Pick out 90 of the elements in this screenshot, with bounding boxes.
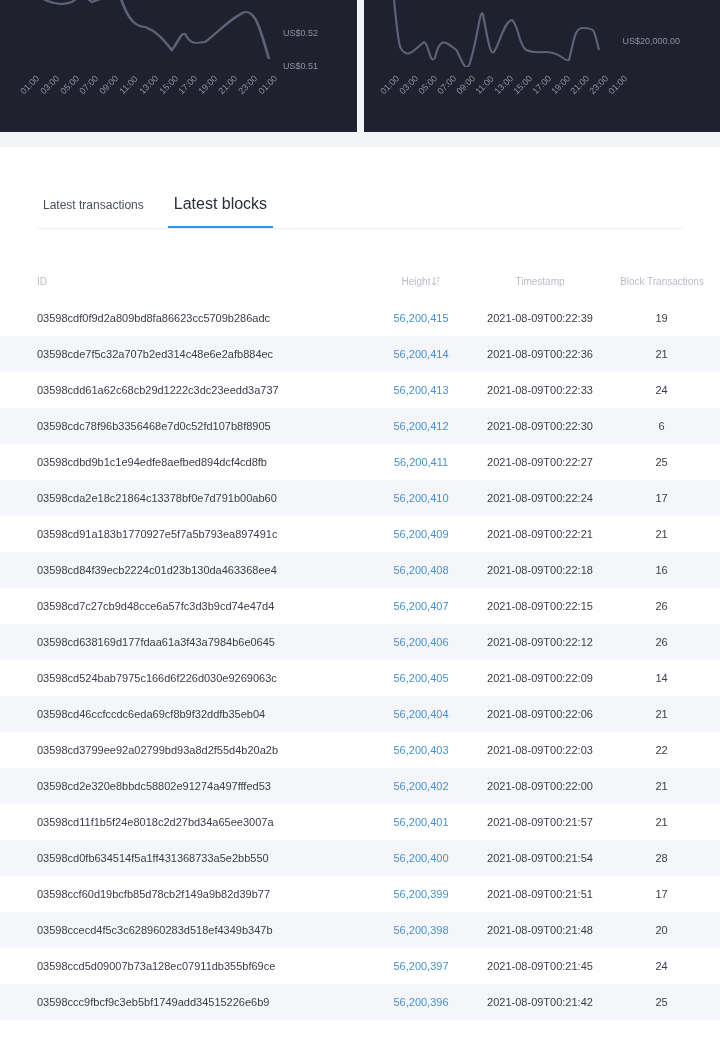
table-cell-text: 2021-08-09T00:21:51	[486, 886, 594, 902]
table-cell-text: 03598cd7c27cb9d48cce6a57fc3d3b9cd74e47d4	[37, 598, 276, 614]
height-link[interactable]: 56,200,408	[382, 561, 460, 579]
table-cell-text: 2021-08-09T00:21:42	[486, 994, 594, 1010]
table-cell-text: 14	[654, 670, 669, 686]
table-cell-text: 21	[654, 814, 669, 830]
axis-label: US$20,000.00	[622, 35, 681, 47]
sort-icon	[432, 276, 441, 286]
table-cell-text: 2021-08-09T00:22:06	[486, 706, 594, 722]
height-link[interactable]: 56,200,406	[382, 633, 460, 651]
table-cell-text: 03598cd84f39ecb2224c01d23b130da463368ee4	[37, 562, 278, 578]
table-cell-text: 26	[654, 634, 669, 650]
table-cell-text: 03598ccf60d19bcfb85d78cb2f149a9b82d39b77	[37, 886, 272, 902]
table-cell-text: 03598cdbd9b1c1e94edfe8aefbed894dcf4cd8fb	[37, 454, 268, 470]
table-cell-text: 2021-08-09T00:22:21	[486, 526, 594, 542]
height-link[interactable]: 56,200,414	[382, 345, 460, 363]
table-cell-text: 2021-08-09T00:22:15	[486, 598, 594, 614]
table-cell-text: 2021-08-09T00:22:24	[486, 490, 594, 506]
table-cell-text: 03598ccc9fbcf9c3eb5bf1749add34515226e6b9	[37, 994, 271, 1010]
height-link[interactable]: 56,200,413	[382, 381, 460, 399]
table-cell-text: 24	[654, 958, 669, 974]
table-cell-text: 2021-08-09T00:22:12	[486, 634, 594, 650]
height-link[interactable]: 56,200,411	[382, 453, 460, 471]
height-link[interactable]: 56,200,405	[382, 669, 460, 687]
table-cell-text: 20	[654, 922, 669, 938]
table-cell-text: 2021-08-09T00:21:45	[486, 958, 594, 974]
table-cell-text: 03598cd638169d177fdaa61a3f43a7984b6e0645	[37, 634, 276, 650]
table-cell-text: 24	[654, 382, 669, 398]
table-cell-text: 2021-08-09T00:22:39	[486, 310, 594, 326]
table-cell-text: 2021-08-09T00:21:54	[486, 850, 594, 866]
table-cell-text: 17	[654, 490, 669, 506]
height-link[interactable]: 56,200,399	[382, 885, 460, 903]
table-cell-text: 03598ccecd4f5c3c628960283d518ef4349b347b	[37, 922, 274, 938]
table-cell-text: 26	[654, 598, 669, 614]
table-cell-text: 2021-08-09T00:22:36	[486, 346, 594, 362]
table-cell-text: 28	[654, 850, 669, 866]
axis-label: US$0.51	[283, 60, 319, 72]
height-link[interactable]: 56,200,400	[382, 849, 460, 867]
table-cell-text: 03598cd3799ee92a02799bd93a8d2f55d4b20a2b	[37, 742, 280, 758]
column-header: ID	[37, 274, 48, 289]
tab[interactable]: Latest transactions	[37, 196, 150, 228]
axis-label: US$0.52	[283, 27, 319, 39]
height-link[interactable]: 56,200,396	[382, 993, 460, 1011]
table-cell-text: 03598cdf0f9d2a809bd8fa86623cc5709b286adc	[37, 310, 272, 326]
table-cell-text: 2021-08-09T00:22:18	[486, 562, 594, 578]
table-cell-text: 25	[654, 454, 669, 470]
table-cell-text: 2021-08-09T00:22:03	[486, 742, 594, 758]
table-cell-text: 25	[654, 994, 669, 1010]
column-header: Timestamp	[514, 274, 566, 289]
table-cell-text: 16	[654, 562, 669, 578]
table-cell-text: 17	[654, 886, 669, 902]
table-cell-text: 03598cd46ccfccdc6eda69cf8b9f32ddfb35eb04	[37, 706, 267, 722]
table-cell-text: 2021-08-09T00:22:33	[486, 382, 594, 398]
table-cell-text: 03598cd2e320e8bbdc58802e91274a497fffed53	[37, 778, 272, 794]
table-cell-text: 03598cde7f5c32a707b2ed314c48e6e2afb884ec	[37, 346, 275, 362]
table-cell-text: 6	[657, 418, 666, 434]
height-link[interactable]: 56,200,410	[382, 489, 460, 507]
table-cell-text: 03598cd11f1b5f24e8018c2d27bd34a65ee3007a	[37, 814, 275, 830]
table-cell-text: 19	[654, 310, 669, 326]
table-cell-text: 03598ccd5d09007b73a128ec07911db355bf69ce	[37, 958, 277, 974]
height-link[interactable]: 56,200,415	[382, 309, 460, 327]
table-cell-text: 21	[654, 706, 669, 722]
column-header: Block Transactions	[620, 274, 704, 289]
table-cell-text: 21	[654, 346, 669, 362]
height-link[interactable]: 56,200,412	[382, 417, 460, 435]
height-link[interactable]: 56,200,403	[382, 741, 460, 759]
table-cell-text: 2021-08-09T00:22:30	[486, 418, 594, 434]
table-cell-text: 03598cda2e18c21864c13378bf0e7d791b00ab60	[37, 490, 278, 506]
column-header[interactable]: Height	[382, 273, 460, 289]
height-link[interactable]: 56,200,409	[382, 525, 460, 543]
table-cell-text: 2021-08-09T00:22:09	[486, 670, 594, 686]
table-cell-text: 22	[654, 742, 669, 758]
table-cell-text: 21	[654, 778, 669, 794]
table-cell-text: 03598cdd61a62c68cb29d1222c3dc23eedd3a737	[37, 382, 280, 398]
table-cell-text: 03598cd524bab7975c166d6f226d030e9269063c	[37, 670, 278, 686]
table-cell-text: 2021-08-09T00:22:00	[486, 778, 594, 794]
table-cell-text: 2021-08-09T00:22:27	[486, 454, 594, 470]
height-link[interactable]: 56,200,402	[382, 777, 460, 795]
height-link[interactable]: 56,200,397	[382, 957, 460, 975]
table-cell-text: 2021-08-09T00:21:48	[486, 922, 594, 938]
height-link[interactable]: 56,200,401	[382, 813, 460, 831]
tab[interactable]: Latest blocks	[167, 192, 274, 228]
height-link[interactable]: 56,200,398	[382, 921, 460, 939]
height-link[interactable]: 56,200,407	[382, 597, 460, 615]
table-cell-text: 2021-08-09T00:21:57	[486, 814, 594, 830]
table-cell-text: 21	[654, 526, 669, 542]
table-cell-text: 03598cd0fb634514f5a1ff431368733a5e2bb550	[37, 850, 270, 866]
height-link[interactable]: 56,200,404	[382, 705, 460, 723]
table-cell-text: 03598cdc78f96b3356468e7d0c52fd107b8f8905	[37, 418, 272, 434]
table-cell-text: 03598cd91a183b1770927e5f7a5b793ea897491c	[37, 526, 279, 542]
